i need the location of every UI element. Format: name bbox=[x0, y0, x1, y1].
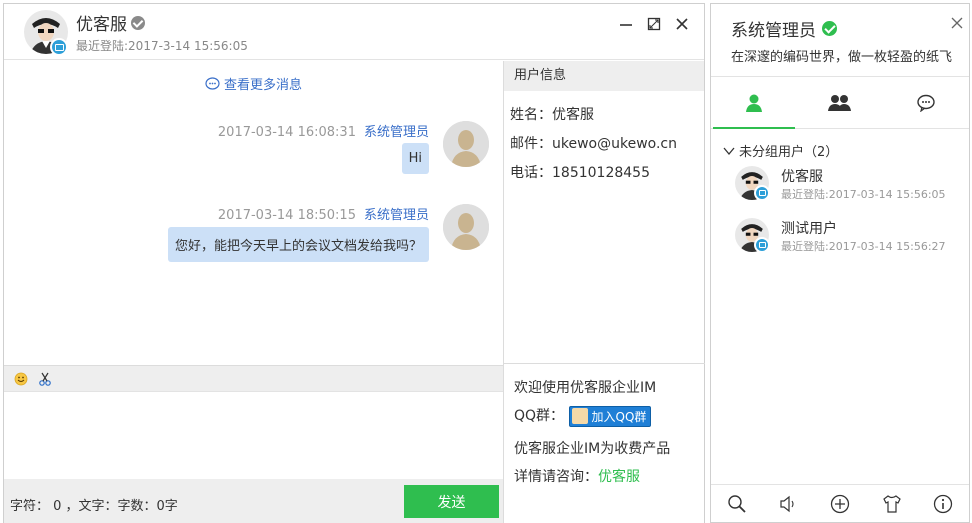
panel-footer bbox=[711, 484, 969, 522]
promo-welcome: 欢迎使用优客服企业IM bbox=[514, 380, 657, 396]
sender-avatar[interactable] bbox=[443, 204, 489, 250]
message-bubble: 您好，能把今天早上的会议文档发给我吗？ bbox=[167, 227, 429, 262]
user-info-title: 用户信息 bbox=[504, 61, 704, 91]
verified-icon bbox=[131, 15, 145, 30]
window-controls bbox=[618, 16, 690, 32]
chevron-down-icon bbox=[723, 147, 735, 155]
chat-header: 优客服 最近登陆:2017-3-14 15:56:05 bbox=[4, 4, 704, 60]
promo-consult: 详情请咨询：优客服 bbox=[514, 466, 640, 486]
pc-online-icon bbox=[50, 38, 68, 56]
consult-link[interactable]: 优客服 bbox=[598, 469, 640, 485]
send-button[interactable]: 发送 bbox=[404, 485, 499, 518]
contact-name: 优客服 bbox=[781, 169, 823, 185]
input-toolbar bbox=[4, 365, 503, 391]
online-check-icon bbox=[822, 21, 837, 36]
divider bbox=[504, 363, 705, 364]
contact-avatar bbox=[735, 166, 770, 201]
message-time: 2017-03-14 16:08:31 bbox=[217, 125, 356, 140]
tshirt-icon bbox=[882, 494, 901, 513]
tab-recent[interactable] bbox=[883, 77, 969, 128]
consult-prefix: 详情请咨询： bbox=[514, 469, 598, 485]
peer-avatar[interactable] bbox=[24, 10, 68, 56]
contact-item[interactable]: 测试用户 最近登陆:2017-03-14 15:56:27 bbox=[735, 218, 965, 258]
maximize-button[interactable] bbox=[646, 16, 662, 32]
about-button[interactable] bbox=[932, 493, 954, 515]
minimize-icon bbox=[620, 24, 632, 26]
signature-text[interactable]: 在深邃的编码世界，做一枚轻盈的纸飞 bbox=[731, 46, 969, 65]
char-counter: 字符： 0 ，文字：字数：0字 bbox=[10, 499, 178, 514]
user-icon bbox=[746, 94, 762, 112]
message-meta: 2017-03-14 18:50:15 系统管理员 bbox=[218, 204, 429, 223]
message-input[interactable] bbox=[4, 391, 503, 479]
qq-group-icon bbox=[571, 408, 588, 424]
search-button[interactable] bbox=[726, 493, 748, 515]
profile-header: 系统管理员 在深邃的编码世界，做一枚轻盈的纸飞 bbox=[711, 4, 969, 77]
user-email-field: 邮件：ukewo@ukewo.cn bbox=[510, 136, 677, 152]
scissors-icon[interactable] bbox=[38, 372, 52, 386]
close-button[interactable] bbox=[674, 16, 690, 32]
panel-close-button[interactable] bbox=[951, 14, 963, 33]
more-messages-text: 查看更多消息 bbox=[223, 78, 302, 93]
minimize-button[interactable] bbox=[618, 16, 634, 32]
join-qq-label: 加入QQ群 bbox=[591, 409, 647, 424]
close-icon bbox=[676, 18, 688, 30]
input-footer: 字符： 0 ，文字：字数：0字 发送 bbox=[4, 479, 503, 523]
tab-groups[interactable] bbox=[797, 77, 883, 128]
pc-online-icon bbox=[754, 237, 770, 253]
add-button[interactable] bbox=[829, 493, 851, 515]
message-item: 2017-03-14 16:08:31 系统管理员 Hi bbox=[19, 121, 489, 181]
default-user-icon bbox=[443, 204, 489, 250]
chat-bubble-icon bbox=[917, 94, 935, 112]
tab-contacts[interactable] bbox=[711, 77, 797, 129]
peer-name: 优客服 bbox=[76, 10, 145, 35]
peer-name-text: 优客服 bbox=[76, 15, 127, 35]
message-bubble: Hi bbox=[401, 143, 429, 174]
maximize-icon bbox=[647, 17, 661, 31]
contact-avatar bbox=[735, 218, 770, 253]
default-user-icon bbox=[443, 121, 489, 167]
message-sender[interactable]: 系统管理员 bbox=[364, 208, 429, 223]
message-meta: 2017-03-14 16:08:31 系统管理员 bbox=[218, 121, 429, 140]
contact-panel: 系统管理员 在深邃的编码世界，做一枚轻盈的纸飞 未分组用户（2） 优客服 最近登… bbox=[710, 3, 970, 523]
promo-qq-row: QQ群： 加入QQ群 bbox=[514, 405, 652, 427]
message-sender[interactable]: 系统管理员 bbox=[364, 125, 429, 140]
more-messages-link[interactable]: 查看更多消息 bbox=[4, 74, 503, 93]
chat-bubble-icon bbox=[205, 77, 220, 90]
chat-window: 优客服 最近登陆:2017-3-14 15:56:05 查看更多消息 2017-… bbox=[3, 3, 705, 523]
speaker-icon bbox=[780, 495, 794, 512]
contact-tabs bbox=[711, 77, 969, 129]
pc-online-icon bbox=[754, 185, 770, 201]
group-header[interactable]: 未分组用户（2） bbox=[723, 141, 838, 160]
close-icon bbox=[951, 17, 963, 29]
user-info-panel: 用户信息 姓名：优客服 邮件：ukewo@ukewo.cn 电话：1851012… bbox=[503, 61, 705, 523]
qq-label: QQ群： bbox=[514, 408, 565, 424]
info-icon bbox=[934, 494, 953, 513]
plus-circle-icon bbox=[830, 494, 850, 513]
sender-avatar[interactable] bbox=[443, 121, 489, 167]
group-icon bbox=[828, 94, 851, 111]
group-label: 未分组用户（2） bbox=[739, 145, 839, 160]
contact-last-login: 最近登陆:2017-03-14 15:56:05 bbox=[781, 188, 946, 201]
emoji-icon[interactable] bbox=[14, 372, 28, 386]
contact-item[interactable]: 优客服 最近登陆:2017-03-14 15:56:05 bbox=[735, 166, 965, 206]
skin-button[interactable] bbox=[881, 493, 903, 515]
contact-name: 测试用户 bbox=[781, 221, 837, 237]
message-list[interactable]: 查看更多消息 2017-03-14 16:08:31 系统管理员 Hi 2017-… bbox=[4, 61, 503, 365]
contact-last-login: 最近登陆:2017-03-14 15:56:27 bbox=[781, 240, 946, 253]
last-login: 最近登陆:2017-3-14 15:56:05 bbox=[76, 39, 248, 53]
message-item: 2017-03-14 18:50:15 系统管理员 您好，能把今天早上的会议文档发… bbox=[19, 204, 489, 264]
message-time: 2017-03-14 18:50:15 bbox=[217, 208, 356, 223]
promo-paid: 优客服企业IM为收费产品 bbox=[514, 441, 671, 457]
search-icon bbox=[728, 494, 746, 513]
my-name-text: 系统管理员 bbox=[731, 21, 816, 41]
join-qq-button[interactable]: 加入QQ群 bbox=[568, 405, 652, 427]
user-phone-field: 电话：18510128455 bbox=[510, 165, 650, 181]
sound-button[interactable] bbox=[777, 493, 799, 515]
user-name-field: 姓名：优客服 bbox=[510, 107, 594, 123]
my-name: 系统管理员 bbox=[731, 16, 837, 41]
